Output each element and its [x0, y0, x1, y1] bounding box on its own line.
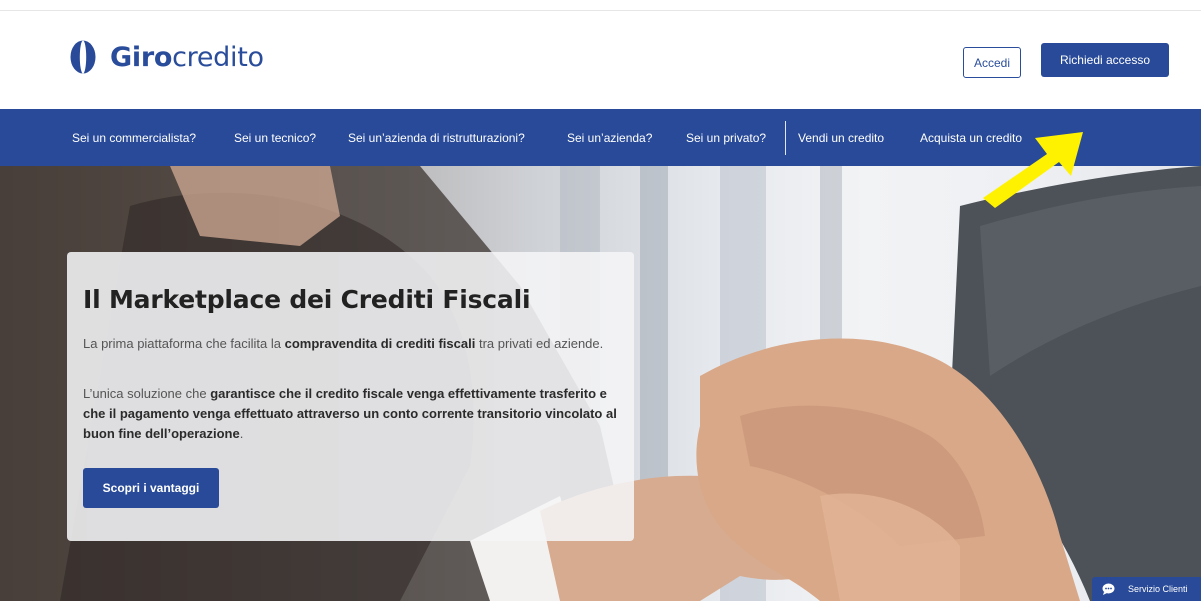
hero-intro-text: La prima piattaforma che facilita la com… [83, 336, 604, 351]
customer-service-label: Servizio Clienti [1128, 584, 1188, 594]
nav-item-vendi[interactable]: Vendi un credito [798, 109, 884, 166]
site-header: Girocredito Accedi Richiedi accesso [0, 11, 1201, 109]
nav-divider [785, 121, 786, 155]
nav-item-tecnico[interactable]: Sei un tecnico? [234, 109, 316, 166]
login-button[interactable]: Accedi [963, 47, 1021, 78]
discover-benefits-button[interactable]: Scopri i vantaggi [83, 468, 219, 508]
chat-bubble-icon [1102, 583, 1115, 595]
logo-wordmark: Girocredito [110, 41, 264, 73]
nav-item-ristrutturazioni[interactable]: Sei un’azienda di ristrutturazioni? [348, 109, 525, 166]
nav-item-privato[interactable]: Sei un privato? [686, 109, 766, 166]
logo-mark-icon [70, 40, 96, 74]
nav-item-commercialista[interactable]: Sei un commercialista? [72, 109, 196, 166]
yellow-arrow-icon [983, 132, 1083, 208]
logo[interactable]: Girocredito [69, 40, 264, 74]
hero-description-text: L’unica soluzione che garantisce che il … [83, 386, 617, 441]
customer-service-button[interactable]: Servizio Clienti [1092, 577, 1201, 601]
hero-card: Il Marketplace dei Crediti Fiscali La pr… [67, 252, 634, 541]
nav-item-azienda[interactable]: Sei un’azienda? [567, 109, 652, 166]
hero-title: Il Marketplace dei Crediti Fiscali [83, 285, 531, 314]
request-access-button[interactable]: Richiedi accesso [1041, 43, 1169, 77]
hero-section: Il Marketplace dei Crediti Fiscali La pr… [0, 166, 1201, 601]
